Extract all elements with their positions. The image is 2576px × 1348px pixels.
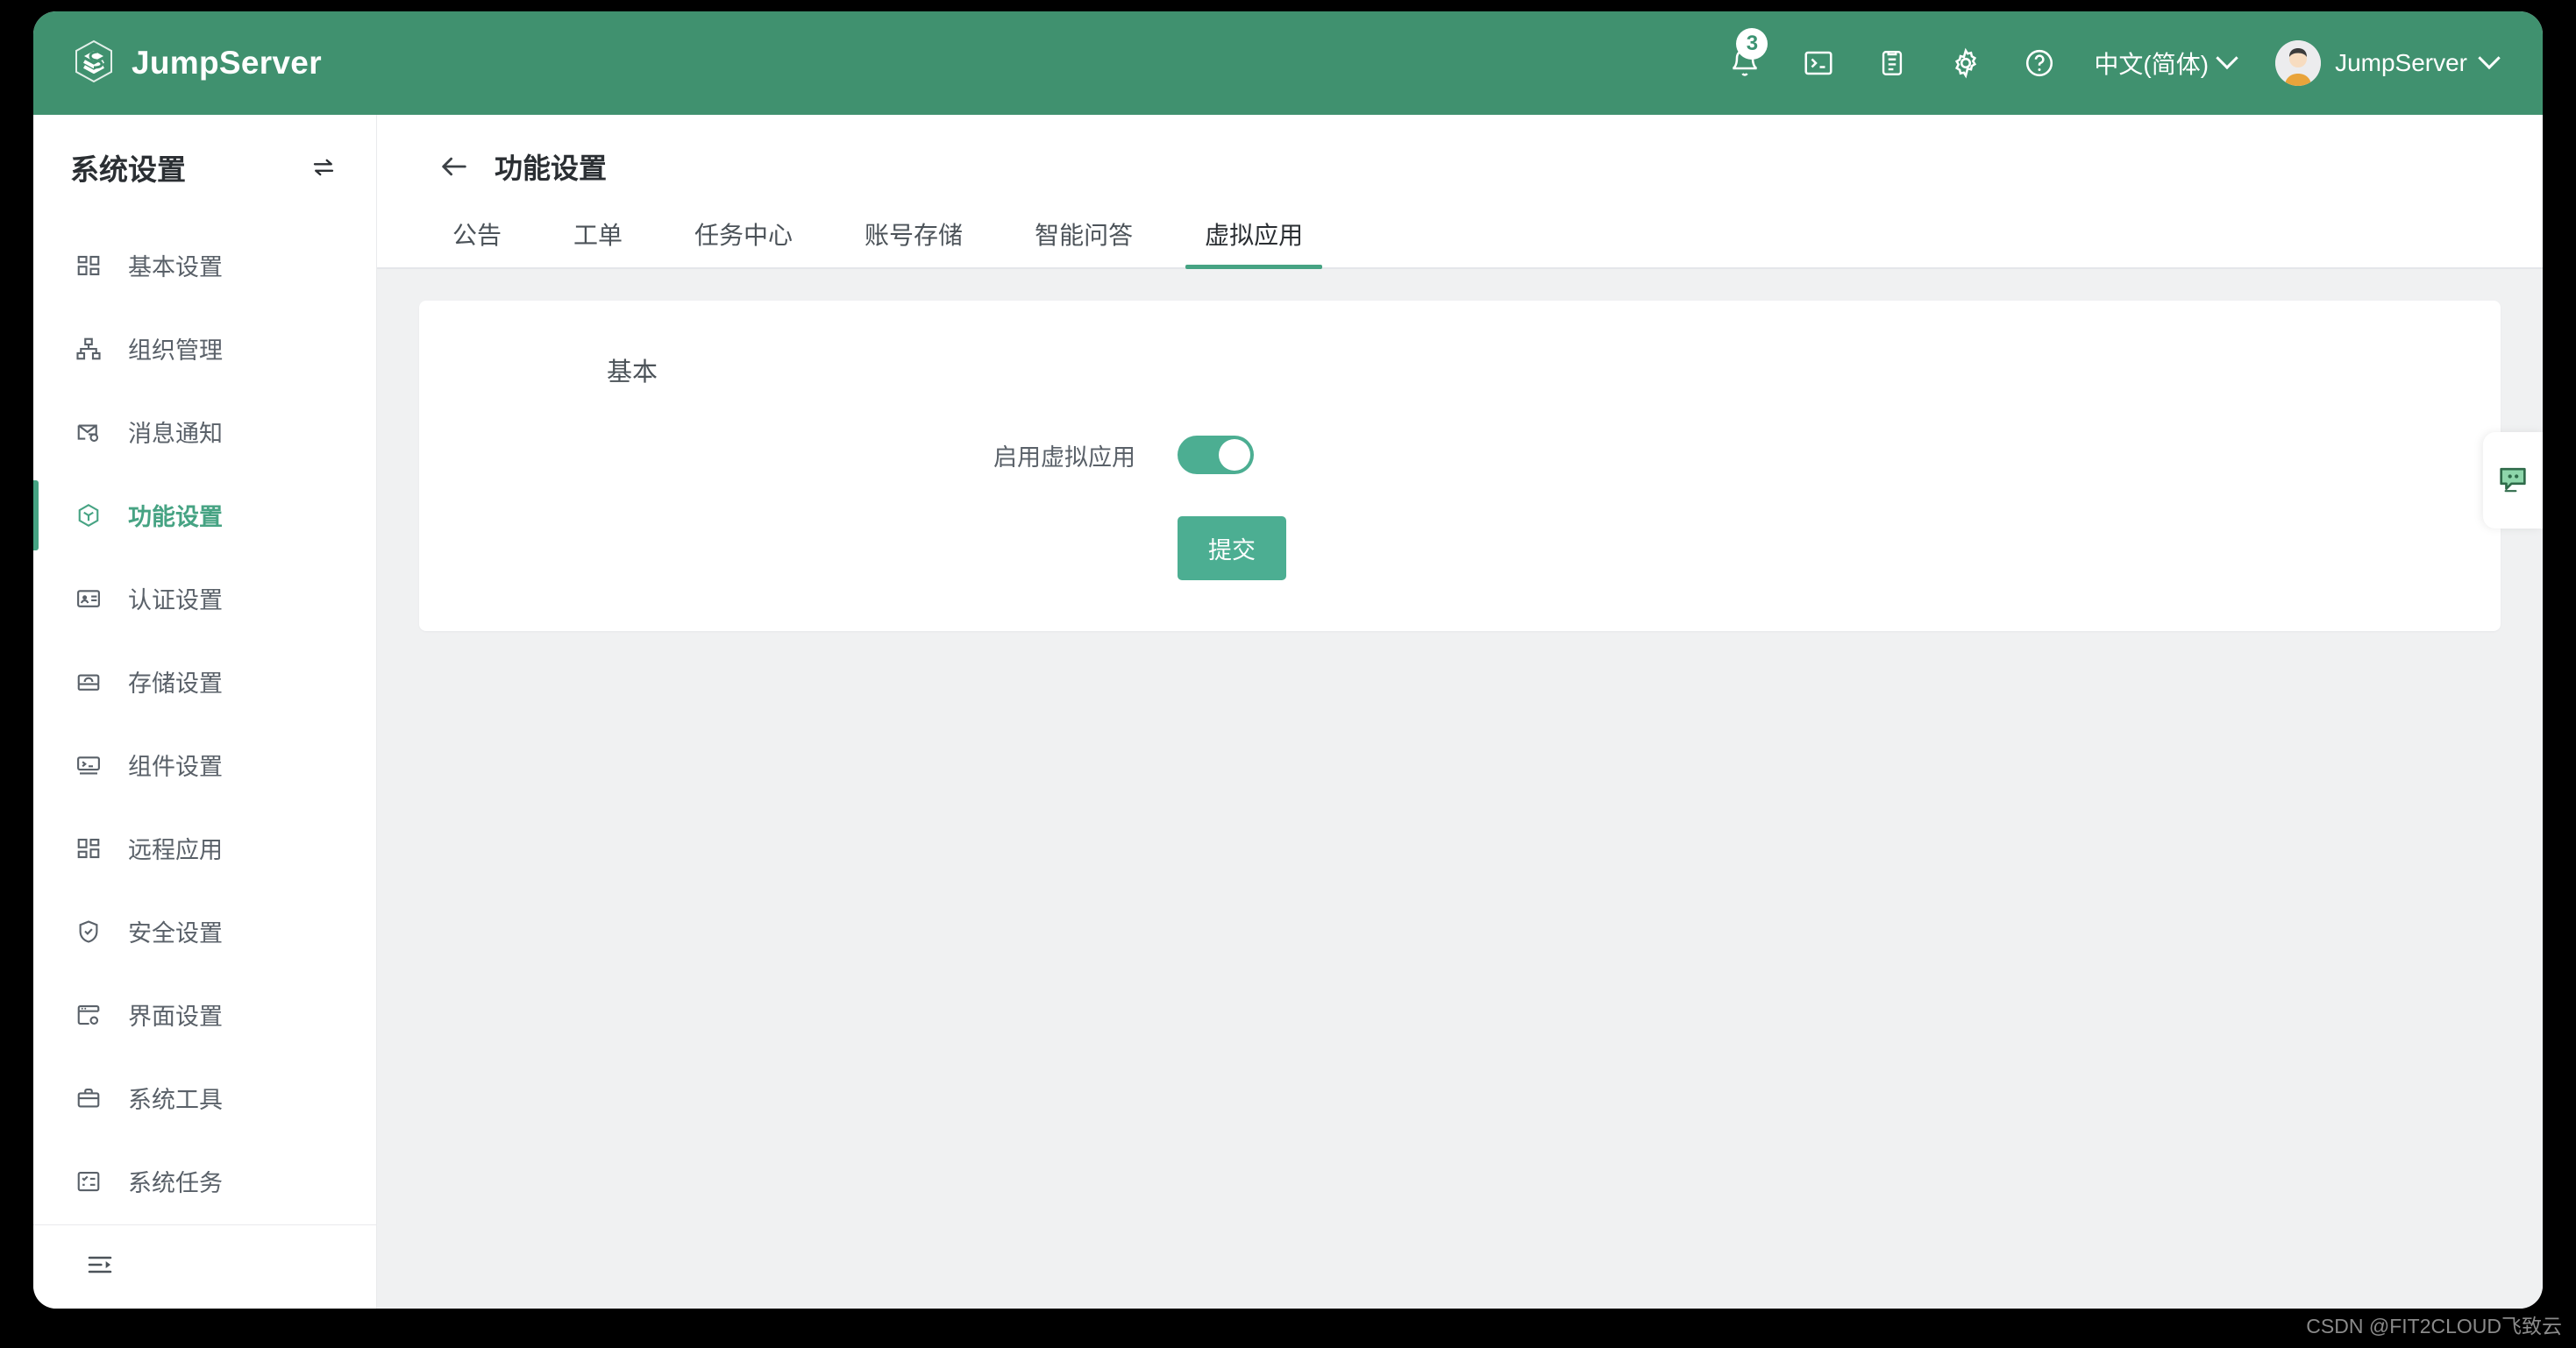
submit-button[interactable]: 提交	[1178, 516, 1286, 580]
document-icon[interactable]	[1873, 44, 1911, 82]
sidebar-item-storage-settings[interactable]: 存储设置	[33, 640, 376, 723]
jumpserver-logo-icon	[74, 39, 114, 88]
top-bar: JumpServer 3 中文(简体) JumpServer	[33, 11, 2543, 115]
enable-virtual-app-label: 启用虚拟应用	[993, 443, 1135, 471]
tab-account-storage[interactable]: 账号存储	[840, 216, 987, 267]
sidebar-item-notifications[interactable]: 消息通知	[33, 390, 376, 473]
main-header: 功能设置 公告 工单 任务中心 账号存储 智能问答 虚拟应用	[377, 115, 2543, 269]
window-gear-icon	[74, 1000, 103, 1030]
tab-smart-qa[interactable]: 智能问答	[1010, 216, 1157, 267]
sidebar-item-security-settings[interactable]: 安全设置	[33, 890, 376, 973]
terminal-icon[interactable]	[1799, 44, 1838, 82]
toolbox-icon	[74, 1083, 103, 1113]
back-arrow-icon[interactable]	[437, 149, 472, 184]
enable-virtual-app-toggle[interactable]	[1178, 436, 1254, 474]
sidebar-item-label: 基本设置	[128, 254, 223, 280]
notifications-button[interactable]: 3	[1726, 28, 1768, 82]
avatar	[2275, 40, 2322, 86]
card-section-title: 基本	[607, 358, 658, 387]
tab-virtual-app[interactable]: 虚拟应用	[1180, 216, 1327, 269]
language-label: 中文(简体)	[2094, 51, 2210, 78]
sidebar-footer	[33, 1224, 376, 1309]
swap-icon[interactable]	[306, 150, 341, 185]
chevron-down-icon	[2216, 46, 2238, 70]
user-name: JumpServer	[2335, 49, 2467, 76]
settings-card: 基本 启用虚拟应用 提交	[419, 301, 2501, 631]
org-tree-icon	[74, 334, 103, 364]
sidebar-item-system-tools[interactable]: 系统工具	[33, 1056, 376, 1139]
main-content: 功能设置 公告 工单 任务中心 账号存储 智能问答 虚拟应用 基本 启用虚拟应用	[377, 115, 2543, 1309]
sidebar-item-auth-settings[interactable]: 认证设置	[33, 557, 376, 640]
tab-announcement[interactable]: 公告	[428, 216, 526, 267]
tab-task-center[interactable]: 任务中心	[670, 216, 817, 267]
cube-icon	[74, 500, 103, 530]
brand-name: JumpServer	[132, 45, 322, 81]
watermark: CSDN @FIT2CLOUD飞致云	[2306, 1315, 2562, 1337]
enable-virtual-app-row: 启用虚拟应用	[419, 388, 2501, 474]
body: 系统设置 基本设置 组织管理 消息通知 功能设置 认证设置 存储设置 组件设置 …	[33, 115, 2543, 1309]
collapse-sidebar-icon[interactable]	[86, 1251, 114, 1283]
sidebar-item-label: 组织管理	[128, 337, 223, 364]
content-area: 基本 启用虚拟应用 提交	[377, 269, 2543, 1309]
brand[interactable]: JumpServer	[74, 39, 322, 88]
sidebar-item-interface-settings[interactable]: 界面设置	[33, 973, 376, 1056]
chevron-down-icon	[2478, 46, 2501, 70]
sidebar-item-remote-apps[interactable]: 远程应用	[33, 806, 376, 890]
sidebar-header: 系统设置	[33, 115, 376, 215]
sidebar: 系统设置 基本设置 组织管理 消息通知 功能设置 认证设置 存储设置 组件设置 …	[33, 115, 377, 1309]
sidebar-item-label: 消息通知	[128, 421, 223, 447]
inbox-icon	[74, 667, 103, 697]
checklist-icon	[74, 1167, 103, 1196]
submit-spacer	[419, 516, 1178, 580]
sidebar-items: 基本设置 组织管理 消息通知 功能设置 认证设置 存储设置 组件设置 远程应用 …	[33, 215, 376, 1224]
sidebar-item-label: 界面设置	[128, 1004, 223, 1030]
breadcrumb: 功能设置	[377, 146, 2543, 187]
sidebar-item-basic-settings[interactable]: 基本设置	[33, 223, 376, 307]
sidebar-item-label: 安全设置	[128, 920, 223, 947]
sidebar-item-component-settings[interactable]: 组件设置	[33, 723, 376, 806]
language-selector[interactable]: 中文(简体)	[2094, 46, 2238, 81]
shield-check-icon	[74, 917, 103, 947]
sidebar-item-org-management[interactable]: 组织管理	[33, 307, 376, 390]
mail-gear-icon	[74, 417, 103, 447]
notification-badge: 3	[1736, 28, 1768, 60]
topbar-actions: 3 中文(简体) JumpServer	[1726, 28, 2501, 86]
terminal-window-icon	[74, 750, 103, 780]
grid-icon	[74, 251, 103, 280]
sidebar-item-label: 认证设置	[128, 587, 223, 614]
tab-bar: 公告 工单 任务中心 账号存储 智能问答 虚拟应用	[377, 187, 2543, 269]
tab-tickets[interactable]: 工单	[549, 216, 647, 267]
sidebar-title: 系统设置	[70, 153, 186, 186]
sidebar-item-system-tasks[interactable]: 系统任务	[33, 1139, 376, 1223]
sidebar-item-label: 系统任务	[128, 1170, 223, 1196]
layout-grid-icon	[74, 834, 103, 863]
user-menu[interactable]: JumpServer	[2275, 40, 2501, 86]
submit-row: 提交	[419, 474, 2501, 580]
sidebar-item-label: 系统工具	[128, 1087, 223, 1113]
app-window: JumpServer 3 中文(简体) JumpServer 系统设置 基本设置…	[33, 11, 2543, 1309]
help-icon[interactable]	[2020, 44, 2059, 82]
sidebar-item-label: 功能设置	[128, 504, 223, 530]
chat-widget-button[interactable]	[2483, 432, 2543, 529]
page-title: 功能设置	[495, 153, 608, 184]
sidebar-item-feature-settings[interactable]: 功能设置	[33, 473, 376, 557]
gear-icon[interactable]	[1946, 44, 1985, 82]
toggle-knob	[1219, 439, 1250, 471]
chat-bubble-icon	[2495, 461, 2530, 500]
sidebar-item-label: 远程应用	[128, 837, 223, 863]
id-card-icon	[74, 584, 103, 614]
sidebar-item-label: 存储设置	[128, 670, 223, 697]
sidebar-item-label: 组件设置	[128, 754, 223, 780]
